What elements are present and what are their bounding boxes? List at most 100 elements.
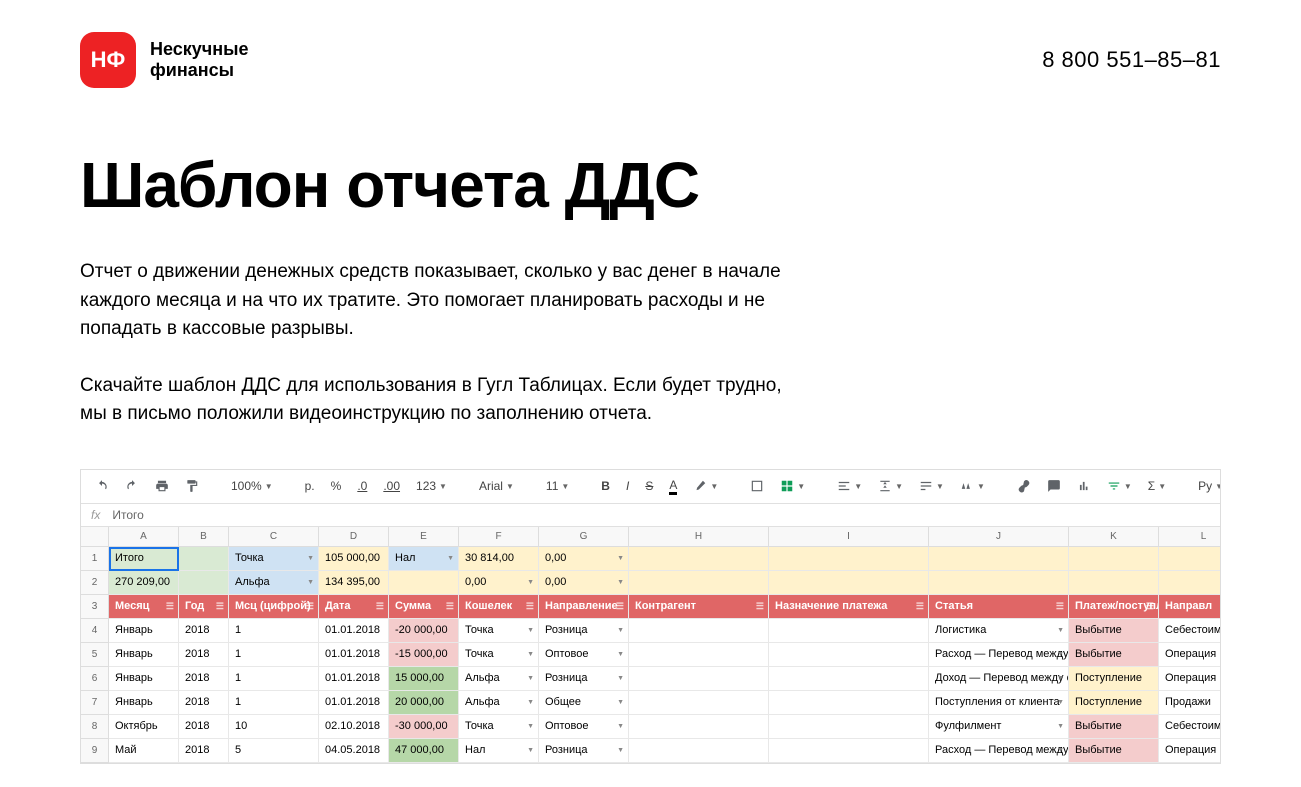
cell[interactable]: Сумма☰ [389,595,459,619]
strikethrough-button[interactable]: S [641,477,657,495]
bold-button[interactable]: B [597,477,614,495]
cell[interactable]: 2018 [179,667,229,691]
zoom-selector[interactable]: 100%▼ [227,477,277,495]
col-header-C[interactable]: C [229,527,319,547]
borders-button[interactable] [746,477,768,495]
cell[interactable] [769,619,929,643]
cell[interactable]: 15 000,00 [389,667,459,691]
cell[interactable]: Оптовое▼ [539,715,629,739]
col-header-E[interactable]: E [389,527,459,547]
cell[interactable]: 0,00▼ [539,571,629,595]
cell[interactable]: Нал▼ [389,547,459,571]
cell[interactable]: Месяц☰ [109,595,179,619]
cell[interactable] [769,547,929,571]
col-header-F[interactable]: F [459,527,539,547]
cell[interactable]: 1 [229,643,319,667]
paint-format-button[interactable] [181,477,203,495]
fontsize-selector[interactable]: 11▼ [542,477,573,495]
halign-button[interactable]: ▼ [833,477,866,495]
cell[interactable] [389,571,459,595]
cell[interactable]: Себестоимость [1159,715,1221,739]
cell[interactable]: Январь [109,667,179,691]
col-header-K[interactable]: K [1069,527,1159,547]
currency-button[interactable]: р. [301,477,319,495]
row-number[interactable]: 5 [81,643,109,667]
corner-cell[interactable] [81,527,109,547]
cell[interactable]: Январь [109,691,179,715]
cell[interactable]: Год☰ [179,595,229,619]
cell[interactable]: 01.01.2018 [319,691,389,715]
percent-button[interactable]: % [327,477,346,495]
cell[interactable]: Кошелек☰ [459,595,539,619]
cell[interactable]: Платеж/поступл☰ [1069,595,1159,619]
cell[interactable]: Контрагент☰ [629,595,769,619]
cell[interactable]: Продажи [1159,691,1221,715]
undo-button[interactable] [91,477,113,495]
cell[interactable]: Доход — Перевод между счетами▼ [929,667,1069,691]
formula-bar[interactable]: fx Итого [81,504,1220,527]
cell[interactable]: Альфа▼ [459,667,539,691]
cell[interactable]: Точка▼ [229,547,319,571]
font-selector[interactable]: Arial▼ [475,477,518,495]
cell[interactable] [929,571,1069,595]
cell[interactable]: 01.01.2018 [319,667,389,691]
cell[interactable]: Расход — Перевод между счетами▼ [929,643,1069,667]
cell[interactable]: Себестоимость [1159,619,1221,643]
cell[interactable]: Итого [109,547,179,571]
cell[interactable]: 134 395,00 [319,571,389,595]
redo-button[interactable] [121,477,143,495]
cell[interactable] [1069,571,1159,595]
text-color-button[interactable]: A [665,476,681,497]
cell[interactable]: -30 000,00 [389,715,459,739]
cell[interactable] [769,571,929,595]
col-header-H[interactable]: H [629,527,769,547]
cell[interactable]: 01.01.2018 [319,643,389,667]
cell[interactable]: Операция [1159,739,1221,763]
cell[interactable]: Назначение платежа☰ [769,595,929,619]
valign-button[interactable]: ▼ [874,477,907,495]
filter-button[interactable]: ▼ [1103,477,1136,495]
cyrillic-toggle[interactable]: Ру▼ [1194,477,1221,495]
cell[interactable]: Нал▼ [459,739,539,763]
cell[interactable]: -15 000,00 [389,643,459,667]
col-header-L[interactable]: L [1159,527,1221,547]
cell[interactable]: Фулфилмент▼ [929,715,1069,739]
cell[interactable]: 2018 [179,715,229,739]
cell[interactable] [629,715,769,739]
cell[interactable]: Выбытие [1069,715,1159,739]
cell[interactable]: 270 209,00 [109,571,179,595]
row-number[interactable]: 9 [81,739,109,763]
cell[interactable] [629,619,769,643]
cell[interactable]: 2018 [179,619,229,643]
cell[interactable]: Точка▼ [459,619,539,643]
cell[interactable]: Точка▼ [459,643,539,667]
cell[interactable] [629,739,769,763]
cell[interactable] [929,547,1069,571]
cell[interactable]: 2018 [179,643,229,667]
cell[interactable] [629,691,769,715]
cell[interactable]: 1 [229,667,319,691]
cell[interactable]: 1 [229,619,319,643]
cell[interactable]: Май [109,739,179,763]
cell[interactable] [629,571,769,595]
cell[interactable]: Направление☰ [539,595,629,619]
cell[interactable]: Выбытие [1069,619,1159,643]
row-number[interactable]: 6 [81,667,109,691]
cell[interactable]: Выбытие [1069,739,1159,763]
cell[interactable] [769,667,929,691]
cell[interactable] [769,643,929,667]
col-header-A[interactable]: A [109,527,179,547]
cell[interactable] [629,547,769,571]
cell[interactable]: Розница▼ [539,667,629,691]
print-button[interactable] [151,477,173,495]
cell[interactable]: Направл☰ [1159,595,1221,619]
link-button[interactable] [1013,477,1035,495]
cell[interactable]: 2018 [179,739,229,763]
row-number[interactable]: 3 [81,595,109,619]
cell[interactable]: 0,00▼ [459,571,539,595]
decrease-decimal-button[interactable]: .0 [353,477,371,495]
cell[interactable]: Мсц (цифрой)☰ [229,595,319,619]
cell[interactable]: 105 000,00 [319,547,389,571]
logo[interactable]: НФ Нескучные финансы [80,32,249,88]
col-header-G[interactable]: G [539,527,629,547]
